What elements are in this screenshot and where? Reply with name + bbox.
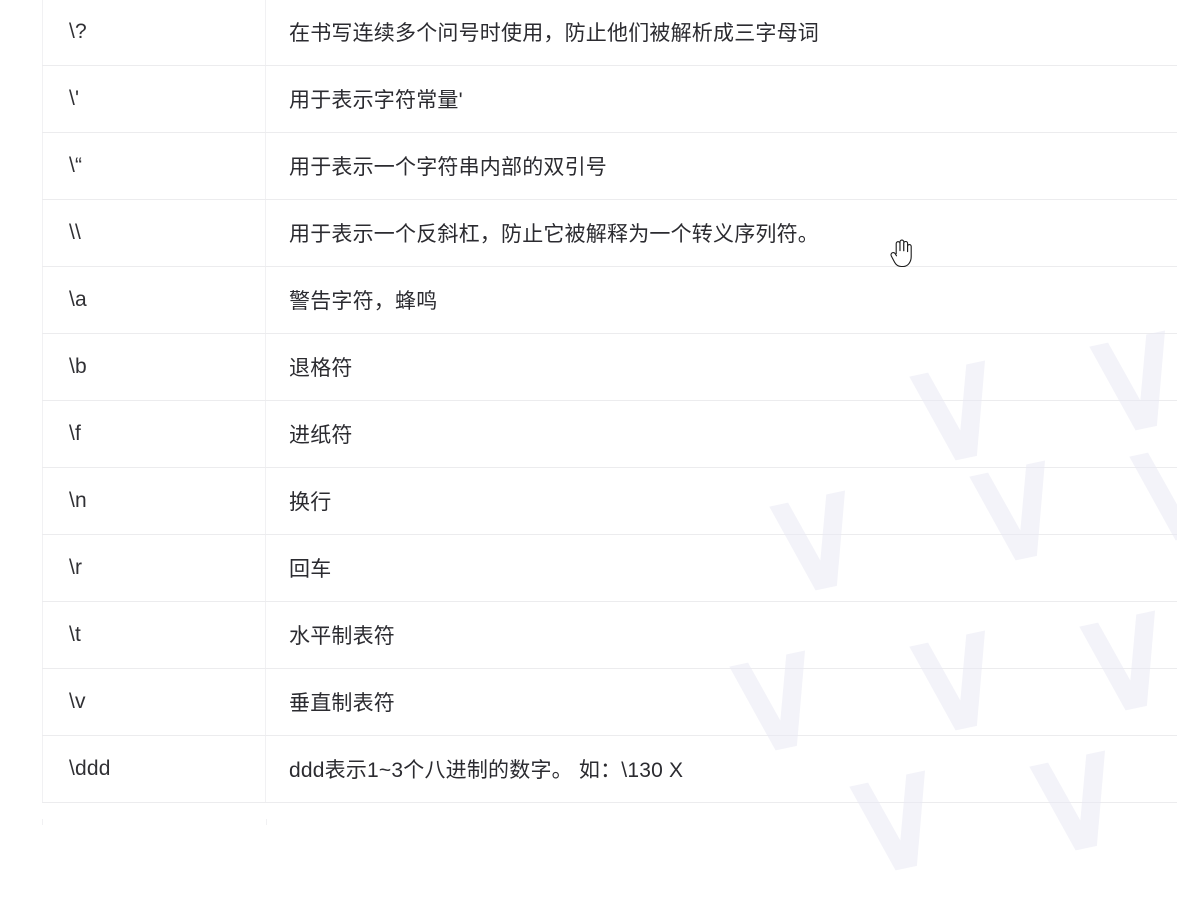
- escape-sequence-cell: \v: [43, 669, 266, 736]
- escape-sequence-cell: \a: [43, 267, 266, 334]
- escape-sequence-cell: \ddd: [43, 736, 266, 803]
- table-row: \dddddd表示1~3个八进制的数字。 如：\130 X: [43, 736, 1177, 803]
- escape-description-cell: 用于表示一个字符串内部的双引号: [266, 133, 1177, 200]
- escape-sequence-table-body: \?在书写连续多个问号时使用，防止他们被解析成三字母词\'用于表示字符常量'\“…: [43, 0, 1177, 803]
- escape-sequence-cell: \r: [43, 535, 266, 602]
- table-row: \“用于表示一个字符串内部的双引号: [43, 133, 1177, 200]
- escape-description-cell: 垂直制表符: [266, 669, 1177, 736]
- escape-description-cell: 用于表示字符常量': [266, 66, 1177, 133]
- escape-description-cell: 退格符: [266, 334, 1177, 401]
- table-row: \t水平制表符: [43, 602, 1177, 669]
- table-row: \'用于表示字符常量': [43, 66, 1177, 133]
- table-row: \?在书写连续多个问号时使用，防止他们被解析成三字母词: [43, 0, 1177, 66]
- table-row: \a警告字符，蜂鸣: [43, 267, 1177, 334]
- escape-sequence-cell: \f: [43, 401, 266, 468]
- escape-description-cell: 警告字符，蜂鸣: [266, 267, 1177, 334]
- escape-sequence-cell: \': [43, 66, 266, 133]
- escape-sequence-table: \?在书写连续多个问号时使用，防止他们被解析成三字母词\'用于表示字符常量'\“…: [42, 0, 1177, 803]
- escape-description-cell: 用于表示一个反斜杠，防止它被解释为一个转义序列符。: [266, 200, 1177, 267]
- escape-sequence-cell: \n: [43, 468, 266, 535]
- escape-sequence-cell: \t: [43, 602, 266, 669]
- table-row: \n换行: [43, 468, 1177, 535]
- table-row: \\用于表示一个反斜杠，防止它被解释为一个转义序列符。: [43, 200, 1177, 267]
- escape-sequence-cell: \\: [43, 200, 266, 267]
- escape-description-cell: 水平制表符: [266, 602, 1177, 669]
- table-row: \b退格符: [43, 334, 1177, 401]
- escape-sequence-cell: \b: [43, 334, 266, 401]
- column-divider: [266, 819, 267, 825]
- document-page: \?在书写连续多个问号时使用，防止他们被解析成三字母词\'用于表示字符常量'\“…: [0, 0, 1177, 824]
- table-next-row-peek: [42, 819, 1177, 825]
- table-row: \f进纸符: [43, 401, 1177, 468]
- escape-description-cell: 在书写连续多个问号时使用，防止他们被解析成三字母词: [266, 0, 1177, 66]
- escape-description-cell: 回车: [266, 535, 1177, 602]
- table-row: \r回车: [43, 535, 1177, 602]
- table-row: \v垂直制表符: [43, 669, 1177, 736]
- escape-sequence-cell: \“: [43, 133, 266, 200]
- escape-description-cell: 换行: [266, 468, 1177, 535]
- escape-sequence-cell: \?: [43, 0, 266, 66]
- escape-description-cell: ddd表示1~3个八进制的数字。 如：\130 X: [266, 736, 1177, 803]
- escape-description-cell: 进纸符: [266, 401, 1177, 468]
